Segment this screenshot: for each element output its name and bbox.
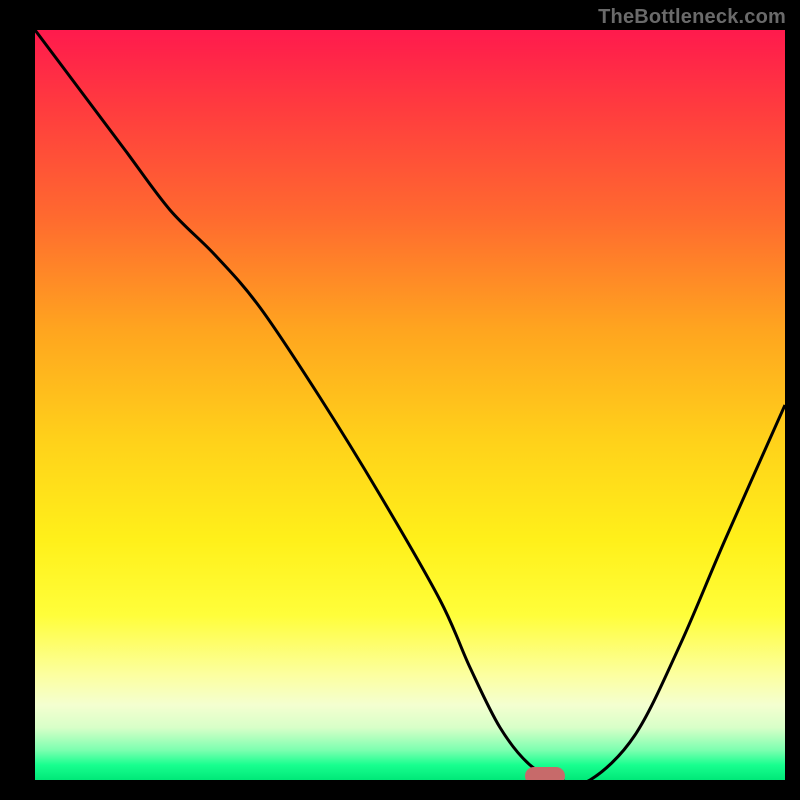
attribution-label: TheBottleneck.com — [598, 6, 786, 29]
plot-area — [35, 30, 785, 780]
curve-path — [35, 30, 785, 780]
chart-frame: TheBottleneck.com — [0, 0, 800, 800]
optimum-marker — [525, 767, 565, 780]
bottleneck-curve — [35, 30, 785, 780]
